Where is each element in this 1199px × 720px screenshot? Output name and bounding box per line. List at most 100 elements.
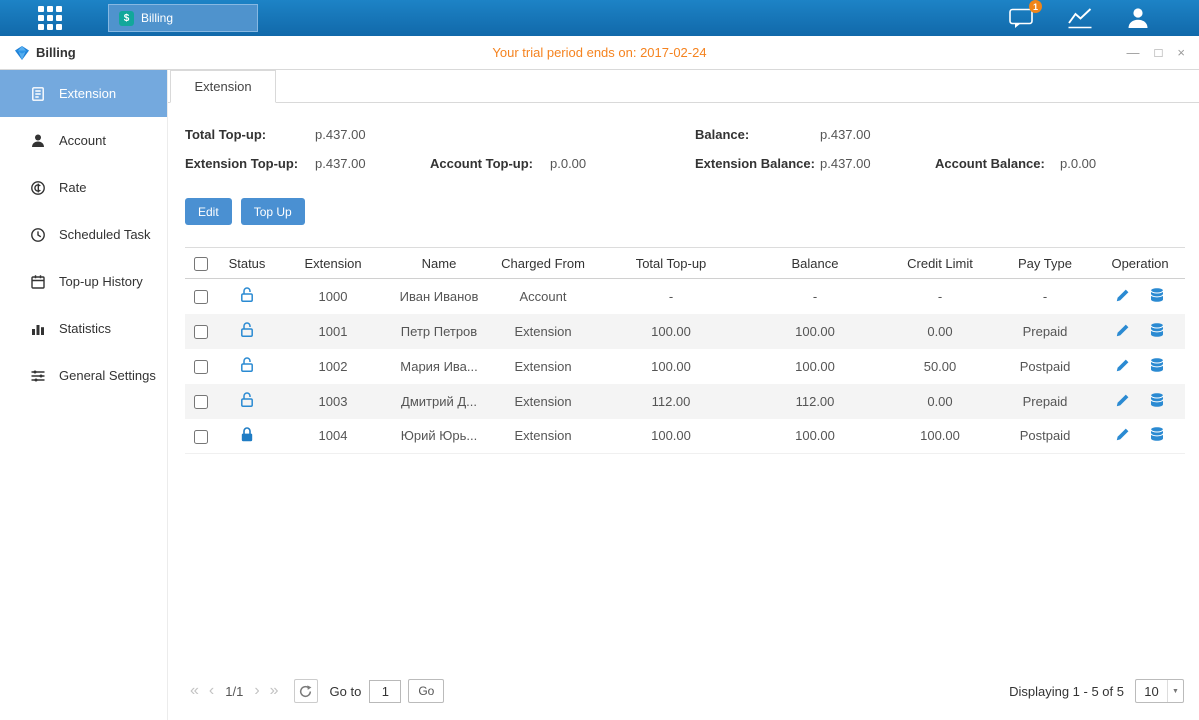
refresh-button[interactable] xyxy=(294,679,318,703)
extension-cell: 1000 xyxy=(277,279,389,314)
sidebar-item-general-settings[interactable]: General Settings xyxy=(0,352,167,399)
sidebar-item-label: Scheduled Task xyxy=(59,227,151,242)
close-icon[interactable]: × xyxy=(1177,46,1185,59)
billing-dollar-icon: $ xyxy=(119,11,134,26)
topup-icon[interactable] xyxy=(1149,392,1165,408)
row-checkbox[interactable] xyxy=(194,360,208,374)
top-up-button[interactable]: Top Up xyxy=(241,198,305,225)
go-button[interactable]: Go xyxy=(408,679,444,703)
charged-from-cell: Extension xyxy=(489,314,597,349)
sidebar-item-label: Extension xyxy=(59,86,116,101)
col-extension: Extension xyxy=(277,248,389,279)
status-cell xyxy=(217,349,277,384)
sidebar-item-account[interactable]: Account xyxy=(0,117,167,164)
balance-cell: 100.00 xyxy=(745,314,885,349)
billing-app-window: $ Billing 1 xyxy=(0,0,1199,720)
select-all-checkbox[interactable] xyxy=(194,257,208,271)
topup-icon[interactable] xyxy=(1149,357,1165,373)
col-total-topup: Total Top-up xyxy=(597,248,745,279)
edit-icon[interactable] xyxy=(1115,427,1130,442)
sidebar-item-rate[interactable]: Rate xyxy=(0,164,167,211)
titlebar: Billing Your trial period ends on: 2017-… xyxy=(0,36,1199,70)
total-topup-cell: 100.00 xyxy=(597,419,745,454)
total-topup-cell: 100.00 xyxy=(597,314,745,349)
main-panel: Extension Total Top-up: p.437.00 Balance… xyxy=(168,70,1199,720)
name-cell: Мария Ива... xyxy=(389,349,489,384)
account-balance-value: p.0.00 xyxy=(1060,156,1184,171)
col-credit-limit: Credit Limit xyxy=(885,248,995,279)
chevron-down-icon: ▼ xyxy=(1167,680,1183,702)
maximize-icon[interactable]: □ xyxy=(1155,46,1163,59)
balance-cell: 100.00 xyxy=(745,349,885,384)
minimize-icon[interactable]: — xyxy=(1127,46,1140,59)
charged-from-cell: Account xyxy=(489,279,597,314)
credit-limit-cell: - xyxy=(885,279,995,314)
displaying-text: Displaying 1 - 5 of 5 xyxy=(1009,684,1124,699)
account-topup-label: Account Top-up: xyxy=(430,156,550,171)
sidebar-item-statistics[interactable]: Statistics xyxy=(0,305,167,352)
edit-icon[interactable] xyxy=(1115,393,1130,408)
unlocked-icon xyxy=(239,356,255,373)
pay-type-cell: Postpaid xyxy=(995,419,1095,454)
sidebar-item-label: General Settings xyxy=(59,368,156,383)
sidebar-item-extension[interactable]: Extension xyxy=(0,70,167,117)
toolbar: Edit Top Up xyxy=(185,198,1184,225)
topup-icon[interactable] xyxy=(1149,426,1165,442)
first-page-button[interactable]: « xyxy=(190,683,199,699)
calendar-icon xyxy=(30,274,46,290)
col-status: Status xyxy=(217,248,277,279)
name-cell: Иван Иванов xyxy=(389,279,489,314)
extension-balance-value: p.437.00 xyxy=(820,156,935,171)
bar-chart-icon xyxy=(30,321,46,337)
row-checkbox[interactable] xyxy=(194,325,208,339)
extension-cell: 1003 xyxy=(277,384,389,419)
name-cell: Петр Петров xyxy=(389,314,489,349)
edit-button[interactable]: Edit xyxy=(185,198,232,225)
balance-cell: 112.00 xyxy=(745,384,885,419)
prev-page-button[interactable]: ‹ xyxy=(209,683,214,699)
goto-page-input[interactable] xyxy=(369,680,401,703)
last-page-button[interactable]: » xyxy=(270,683,279,699)
row-checkbox[interactable] xyxy=(194,290,208,304)
edit-icon[interactable] xyxy=(1115,323,1130,338)
edit-icon[interactable] xyxy=(1115,358,1130,373)
sidebar-item-scheduled-task[interactable]: Scheduled Task xyxy=(0,211,167,258)
row-checkbox[interactable] xyxy=(194,430,208,444)
sidebar-item-label: Account xyxy=(59,133,106,148)
messages-icon[interactable]: 1 xyxy=(1008,6,1035,30)
col-name: Name xyxy=(389,248,489,279)
status-cell xyxy=(217,314,277,349)
page-size-select[interactable]: 10 ▼ xyxy=(1135,679,1184,703)
account-topup-value: p.0.00 xyxy=(550,156,695,171)
page-indicator: 1/1 xyxy=(225,684,243,699)
extension-balance-label: Extension Balance: xyxy=(695,156,820,171)
total-topup-cell: 112.00 xyxy=(597,384,745,419)
topup-icon[interactable] xyxy=(1149,287,1165,303)
app-launcher-icon[interactable] xyxy=(38,6,62,30)
extension-cell: 1001 xyxy=(277,314,389,349)
clock-icon xyxy=(30,227,46,243)
row-checkbox[interactable] xyxy=(194,395,208,409)
status-cell xyxy=(217,279,277,314)
topup-icon[interactable] xyxy=(1149,322,1165,338)
unlocked-icon xyxy=(239,391,255,408)
table-row: 1001 Петр Петров Extension 100.00 100.00… xyxy=(185,314,1185,349)
tab-extension[interactable]: Extension xyxy=(170,70,276,103)
pay-type-cell: - xyxy=(995,279,1095,314)
page-title: Billing xyxy=(36,45,76,60)
user-account-icon[interactable] xyxy=(1125,5,1151,31)
table-row: 1004 Юрий Юрь... Extension 100.00 100.00… xyxy=(185,419,1185,454)
balance-cell: - xyxy=(745,279,885,314)
next-page-button[interactable]: › xyxy=(254,683,259,699)
credit-limit-cell: 0.00 xyxy=(885,314,995,349)
credit-limit-cell: 0.00 xyxy=(885,384,995,419)
sidebar-item-topup-history[interactable]: Top-up History xyxy=(0,258,167,305)
topbar-tab-billing[interactable]: $ Billing xyxy=(108,4,258,32)
goto-label: Go to xyxy=(330,684,362,699)
status-cell xyxy=(217,419,277,454)
notification-badge: 1 xyxy=(1029,0,1042,13)
reports-chart-icon[interactable] xyxy=(1067,6,1093,30)
edit-icon[interactable] xyxy=(1115,288,1130,303)
billing-logo-icon xyxy=(14,45,30,61)
balance-label: Balance: xyxy=(695,127,820,142)
